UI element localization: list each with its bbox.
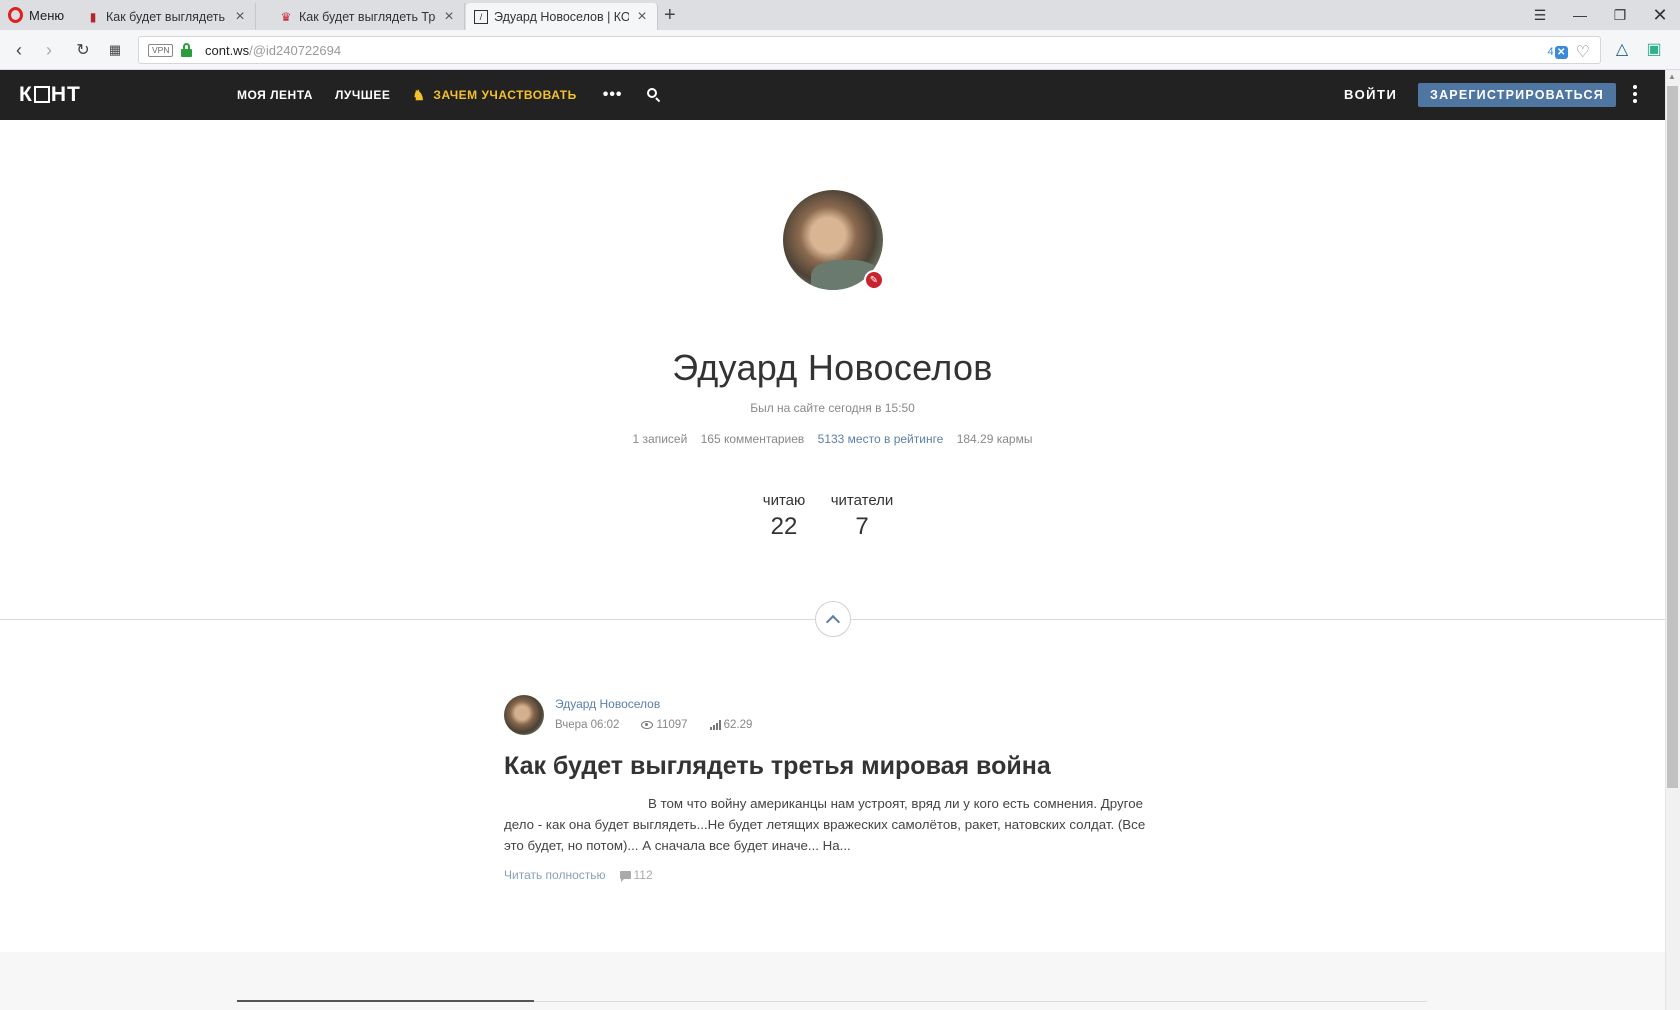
post-author-avatar[interactable] [504,695,544,735]
close-tab-icon[interactable]: × [442,8,456,24]
post-title-link[interactable]: Как будет выглядеть третья мировая война [504,752,1051,781]
extension-triangle-icon[interactable]: △ [1612,39,1632,59]
opera-menu-label: Меню [29,7,65,23]
scrollbar-thumb[interactable] [1667,86,1678,788]
opera-menu-button[interactable]: Меню [8,6,64,24]
close-tab-icon[interactable]: × [635,8,649,24]
read-more-link[interactable]: Читать полностью [504,868,606,882]
tab-favicon-icon: ▮ [89,9,97,24]
window-controls: ☰ — ❐ ✕ [1520,0,1680,30]
main-menu: МОЯ ЛЕНТА ЛУЧШЕЕ ♞ ЗАЧЕМ УЧАСТВОВАТЬ ••• [237,70,661,120]
close-window-icon[interactable]: ✕ [1640,0,1680,30]
address-bar-input[interactable]: VPN cont.ws/@id240722694 4 ✕ ♡ [138,36,1601,64]
more-dots-button[interactable]: ••• [603,86,623,104]
url-text: cont.ws/@id240722694 [205,43,342,58]
minimize-icon[interactable]: — [1560,0,1600,30]
speed-dial-grid-icon[interactable]: ▦ [104,39,126,61]
post-views: 11097 [641,719,688,731]
browser-address-row: ‹ › ↻ ▦ VPN cont.ws/@id240722694 4 ✕ ♡ △ … [0,30,1680,70]
search-icon[interactable] [646,88,661,103]
tab-title: Как будет выглядеть вой [106,9,227,24]
post-date: Вчера 06:02 [555,719,620,731]
crown-favicon-icon: ♛ [280,9,292,24]
tab-menu-icon[interactable]: ☰ [1520,0,1560,30]
post-author-link[interactable]: Эдуард Новоселов [555,697,660,711]
followers-label: читатели [830,492,894,509]
collapse-profile-button[interactable] [815,601,851,637]
new-tab-plus-icon[interactable]: + [664,4,676,27]
site-logo[interactable]: К НТ [19,83,81,107]
bottom-active-tab-indicator[interactable] [237,1000,534,1002]
rating-bars-icon [709,720,721,730]
reload-icon[interactable]: ↻ [72,39,94,61]
post-meta: Вчера 06:02 11097 62.29 [555,719,774,731]
vpn-badge[interactable]: VPN [148,44,174,57]
eye-icon [641,721,654,729]
adblock-badge[interactable]: 4 ✕ [1548,45,1568,59]
profile-stats: 1 записей 165 комментариев 5133 место в … [0,432,1665,446]
browser-tab-1[interactable]: ▮ Как будет выглядеть вой × [78,3,256,30]
comments-count[interactable]: 112 [634,868,653,882]
menu-best[interactable]: ЛУЧШЕЕ [335,88,390,102]
browser-tab-strip: Меню ▮ Как будет выглядеть вой × ♛ Как б… [0,0,1680,30]
restore-icon[interactable]: ❐ [1600,0,1640,30]
stat-posts: 1 записей [632,432,688,446]
back-arrow-icon[interactable]: ‹ [8,39,30,61]
chevron-up-icon [825,614,841,629]
tab-title: Эдуард Новоселов | КОН [494,9,629,24]
register-button[interactable]: ЗАРЕГИСТРИРОВАТЬСЯ [1418,83,1616,107]
following-block[interactable]: читаю 22 [752,492,816,541]
stat-rank-link[interactable]: 5133 место в рейтинге [818,432,944,446]
login-button[interactable]: ВОЙТИ [1344,87,1397,102]
kont-favicon-icon: / [474,9,488,24]
eagle-icon: ♞ [412,86,426,103]
secure-lock-icon[interactable] [181,43,192,57]
stat-comments: 165 комментариев [700,432,805,446]
stat-karma: 184.29 кармы [956,432,1033,446]
profile-name: Эдуард Новоселов [672,347,993,388]
post-excerpt: В том что войну американцы нам устроят, … [504,796,1146,853]
post-footer: Читать полностью 112 [504,868,653,882]
tab-title: Как будет выглядеть Трет [299,9,436,24]
kebab-menu-icon[interactable] [1633,85,1637,103]
extension-location-icon[interactable]: ▣ [1644,39,1664,59]
menu-my-feed[interactable]: МОЯ ЛЕНТА [237,88,313,102]
browser-tab-2[interactable]: ♛ Как будет выглядеть Трет × [271,3,465,30]
post-rating: 62.29 [709,719,752,731]
bookmark-heart-icon[interactable]: ♡ [1576,42,1590,62]
forward-arrow-icon[interactable]: › [38,39,60,61]
close-tab-icon[interactable]: × [233,8,247,24]
following-count: 22 [770,513,798,540]
logo-square-icon [33,86,50,103]
scroll-up-arrow-icon[interactable]: ▲ [1668,72,1676,81]
comment-icon[interactable] [619,871,631,882]
following-label: читаю [762,492,806,509]
browser-tab-3-active[interactable]: / Эдуард Новоселов | КОН × [466,3,658,30]
adblock-icon: ✕ [1554,45,1568,59]
opera-logo-icon [8,7,23,23]
followers-block[interactable]: читатели 7 [824,492,900,541]
menu-why-participate[interactable]: ♞ ЗАЧЕМ УЧАСТВОВАТЬ [412,87,576,104]
site-navbar: К НТ МОЯ ЛЕНТА ЛУЧШЕЕ ♞ ЗАЧЕМ УЧАСТВОВАТЬ… [0,70,1665,120]
last-seen-text: Был на сайте сегодня в 15:50 [750,401,915,415]
avatar-badge-icon[interactable]: ✎ [864,270,884,290]
followers-count: 7 [855,513,869,540]
